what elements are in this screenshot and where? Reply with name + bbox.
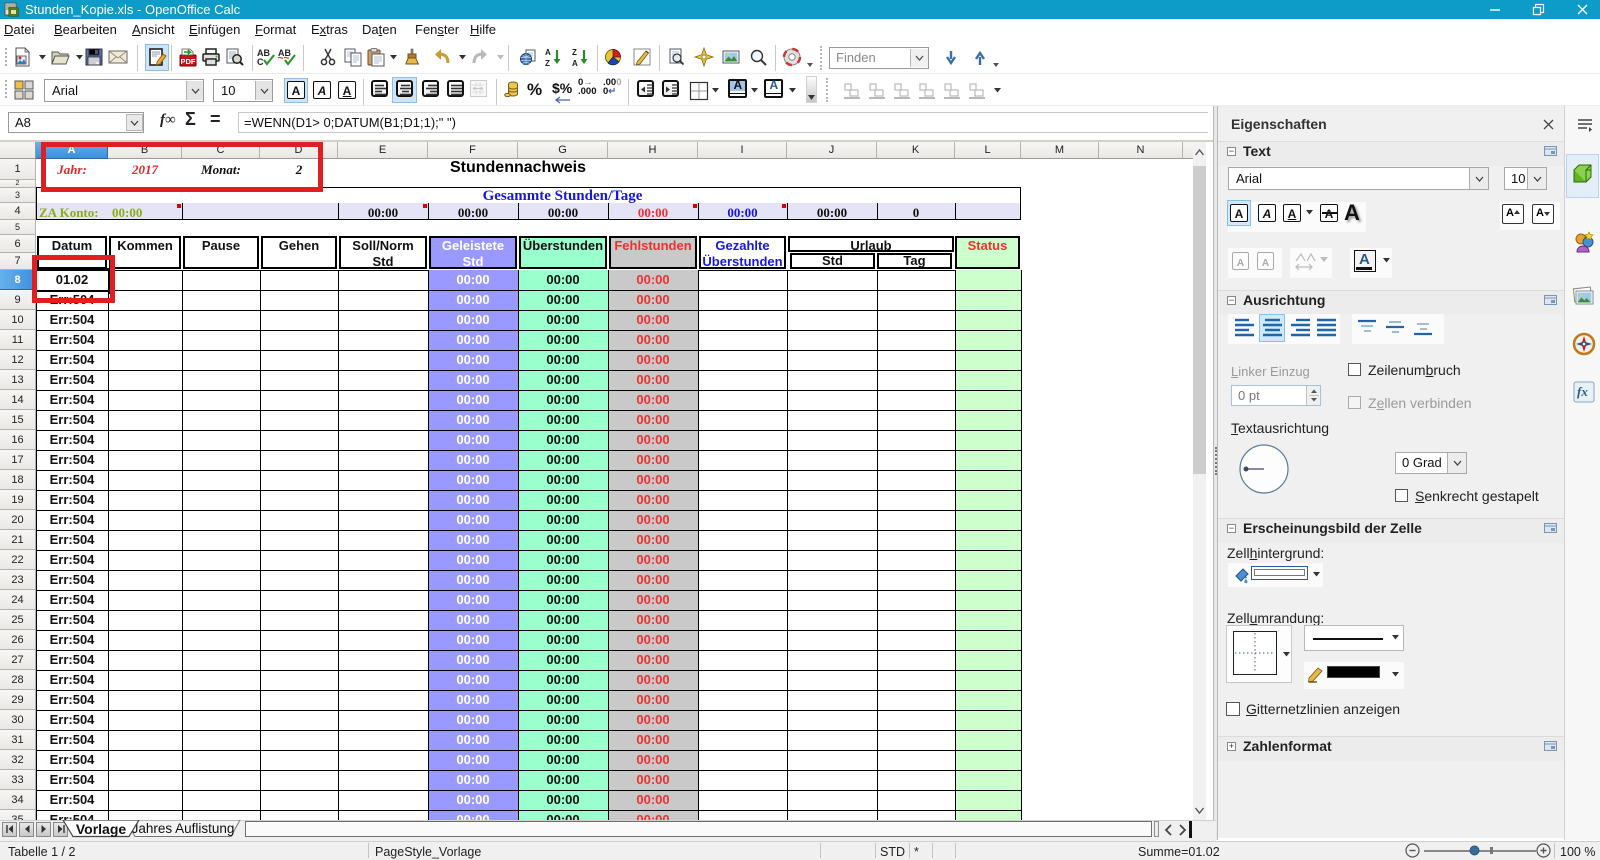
svg-text:fx: fx	[1577, 384, 1588, 399]
